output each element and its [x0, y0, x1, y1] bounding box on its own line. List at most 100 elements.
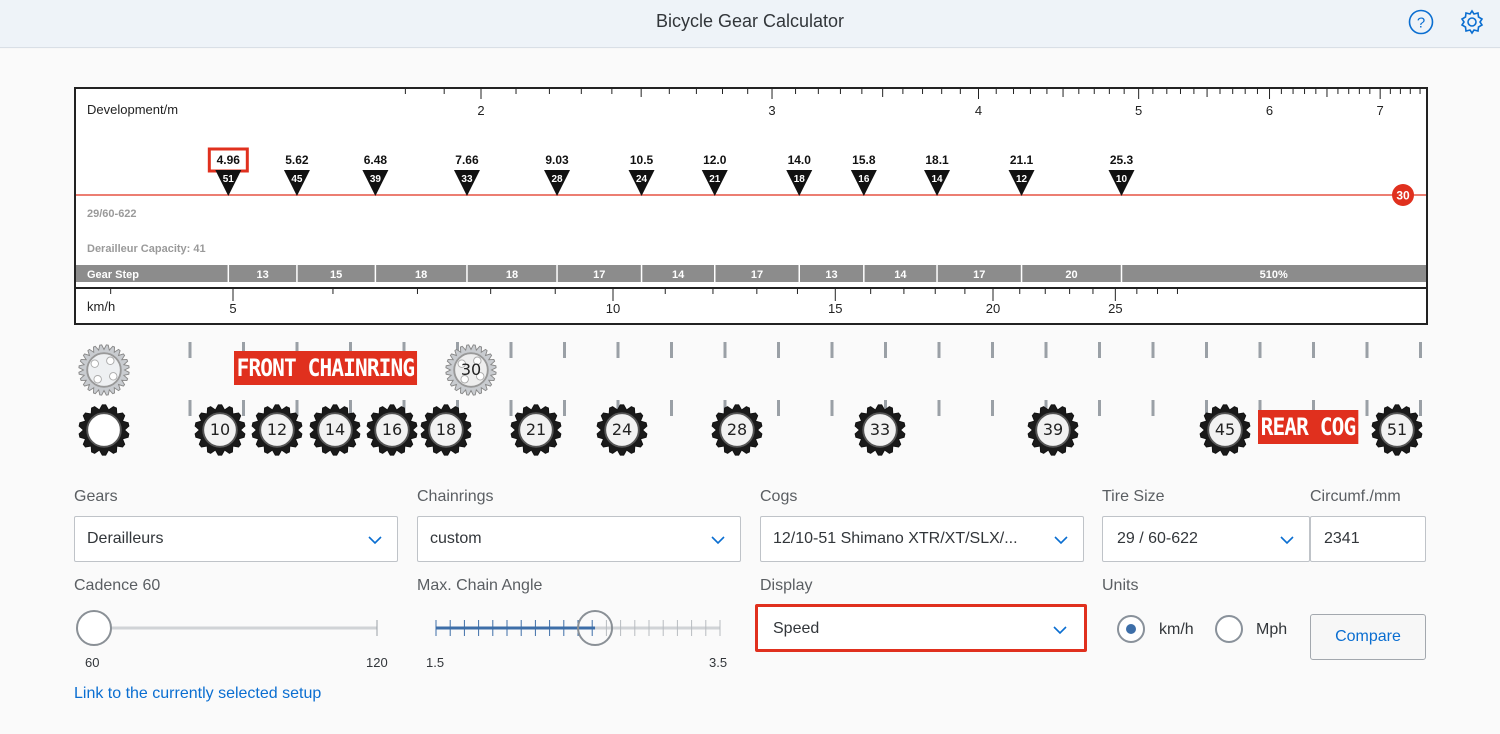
chainrings-label: Chainrings [417, 488, 494, 505]
cog-teeth-label: 16 [381, 420, 403, 439]
development-tick-label: 2 [477, 103, 484, 118]
cog-teeth-label: 51 [1386, 420, 1408, 439]
gear-cog-label: 21 [709, 174, 721, 185]
circumference-value: 2341 [1324, 530, 1360, 547]
cog-teeth-label: 28 [726, 420, 748, 439]
gears-select[interactable]: Derailleurs [74, 516, 398, 562]
app-title: Bicycle Gear Calculator [655, 11, 845, 31]
chainring-marker-label: 30 [1396, 189, 1410, 203]
cog-teeth-label: 33 [869, 420, 891, 439]
gear-step-value: 510% [1260, 269, 1288, 281]
chainrings-select-value: custom [430, 530, 482, 547]
cadence-slider[interactable] [74, 606, 394, 650]
derailleur-capacity: Derailleur Capacity: 41 [87, 243, 206, 255]
front-chainring-label: FRONT CHAINRING [234, 351, 417, 385]
gear-cog-label: 10 [1116, 174, 1128, 185]
compare-button[interactable]: Compare [1310, 614, 1426, 660]
rear-cog-label: REAR COG [1258, 410, 1358, 444]
cog-teeth-label: 12 [266, 420, 288, 439]
chain-angle-slider[interactable] [417, 606, 737, 650]
chainring-teeth-label: 30 [460, 360, 482, 379]
speed-axis-label: km/h [87, 299, 115, 314]
speed-tick-label: 25 [1108, 301, 1122, 316]
development-tick-label: 4 [975, 103, 982, 118]
cogs-label: Cogs [760, 488, 798, 505]
chainring-icon[interactable] [76, 342, 132, 398]
gear-cog-label: 12 [1016, 174, 1028, 185]
gear-speed-label: 14.0 [788, 153, 812, 167]
development-tick-label: 6 [1266, 103, 1273, 118]
cogs-select[interactable]: 12/10-51 Shimano XTR/XT/SLX/... [760, 516, 1084, 562]
gear-step-value: 13 [825, 269, 837, 281]
cog-teeth-label: 18 [435, 420, 457, 439]
setup-link[interactable]: Link to the currently selected setup [74, 685, 321, 703]
gear-step-value: 18 [415, 269, 427, 281]
gear-step-value: 17 [751, 269, 763, 281]
gear-step-value: 20 [1065, 269, 1077, 281]
chainrings-select[interactable]: custom [417, 516, 741, 562]
gear-speed-label: 10.5 [630, 153, 654, 167]
gear-speed-label: 25.3 [1110, 153, 1134, 167]
gear-speed-label: 21.1 [1010, 153, 1034, 167]
circumference-label: Circumf./mm [1310, 488, 1401, 505]
gear-cog-label: 39 [370, 174, 382, 185]
gear-cog-label: 14 [931, 174, 943, 185]
units-mph-label[interactable]: Mph [1256, 621, 1287, 639]
gear-cog-label: 18 [794, 174, 806, 185]
gear-speed-label: 15.8 [852, 153, 876, 167]
cog-teeth-label: 21 [525, 420, 547, 439]
shell-bar: Bicycle Gear Calculator ? [0, 0, 1500, 48]
gear-speed-label: 18.1 [925, 153, 949, 167]
gear-speed-label: 12.0 [703, 153, 727, 167]
display-select[interactable]: Speed [755, 604, 1087, 652]
ruler-chart: Development/m23456784.96515.62456.48397.… [76, 89, 1426, 316]
gear-speed-label: 9.03 [545, 153, 569, 167]
speed-tick-label: 15 [828, 301, 842, 316]
development-tick-label: 5 [1135, 103, 1142, 118]
gears-panel: 30 10 12 14 16 18 21 24 28 33 39 45 51 FRONT CHAINRIN… [74, 338, 1428, 460]
gear-speed-label: 5.62 [285, 153, 309, 167]
tire-size-select[interactable]: 29 / 60-622 [1102, 516, 1310, 562]
display-label: Display [760, 577, 813, 594]
gear-cog-label: 28 [551, 174, 563, 185]
tire-size-label: Tire Size [1102, 488, 1165, 505]
chevron-down-icon [368, 536, 382, 545]
cog-teeth-label: 24 [611, 420, 633, 439]
chevron-down-icon [711, 536, 725, 545]
chevron-down-icon [1054, 536, 1068, 545]
speed-tick-label: 10 [606, 301, 620, 316]
chevron-down-icon [1053, 626, 1067, 635]
speed-tick-label: 5 [229, 301, 236, 316]
gear-step-value: 14 [672, 269, 685, 281]
gear-step-value: 13 [256, 269, 268, 281]
gear-step-value: 17 [593, 269, 605, 281]
gear-icon[interactable] [1459, 9, 1485, 35]
circumference-input[interactable]: 2341 [1310, 516, 1426, 562]
help-icon[interactable]: ? [1408, 9, 1434, 35]
gear-step-label: Gear Step [87, 269, 139, 281]
cadence-max: 120 [366, 655, 388, 670]
cadence-min: 60 [85, 655, 100, 670]
speed-tick-label: 20 [986, 301, 1000, 316]
gear-cog-label: 45 [291, 174, 303, 185]
cog-teeth-label: 39 [1042, 420, 1064, 439]
gear-cog-label: 51 [223, 174, 235, 185]
svg-text:?: ? [1417, 15, 1425, 32]
cog-teeth-label: 45 [1214, 420, 1236, 439]
cog-teeth-label: 10 [209, 420, 231, 439]
gear-step-value: 18 [506, 269, 518, 281]
cog-teeth-label: 14 [324, 420, 346, 439]
gear-speed-label: 7.66 [455, 153, 479, 167]
chevron-down-icon [1280, 536, 1294, 545]
empty-cog-icon[interactable] [76, 402, 132, 458]
units-mph-radio[interactable] [1215, 615, 1243, 643]
development-axis-label: Development/m [87, 102, 178, 117]
gear-speed-label: 4.96 [217, 153, 241, 167]
units-kmh-label[interactable]: km/h [1159, 621, 1194, 639]
gear-cog-label: 24 [636, 174, 648, 185]
cadence-slider-handle [76, 610, 112, 646]
gear-cog-label: 33 [461, 174, 473, 185]
units-kmh-radio[interactable] [1117, 615, 1145, 643]
gear-step-value: 14 [894, 269, 907, 281]
radio-selected-dot [1126, 624, 1136, 634]
